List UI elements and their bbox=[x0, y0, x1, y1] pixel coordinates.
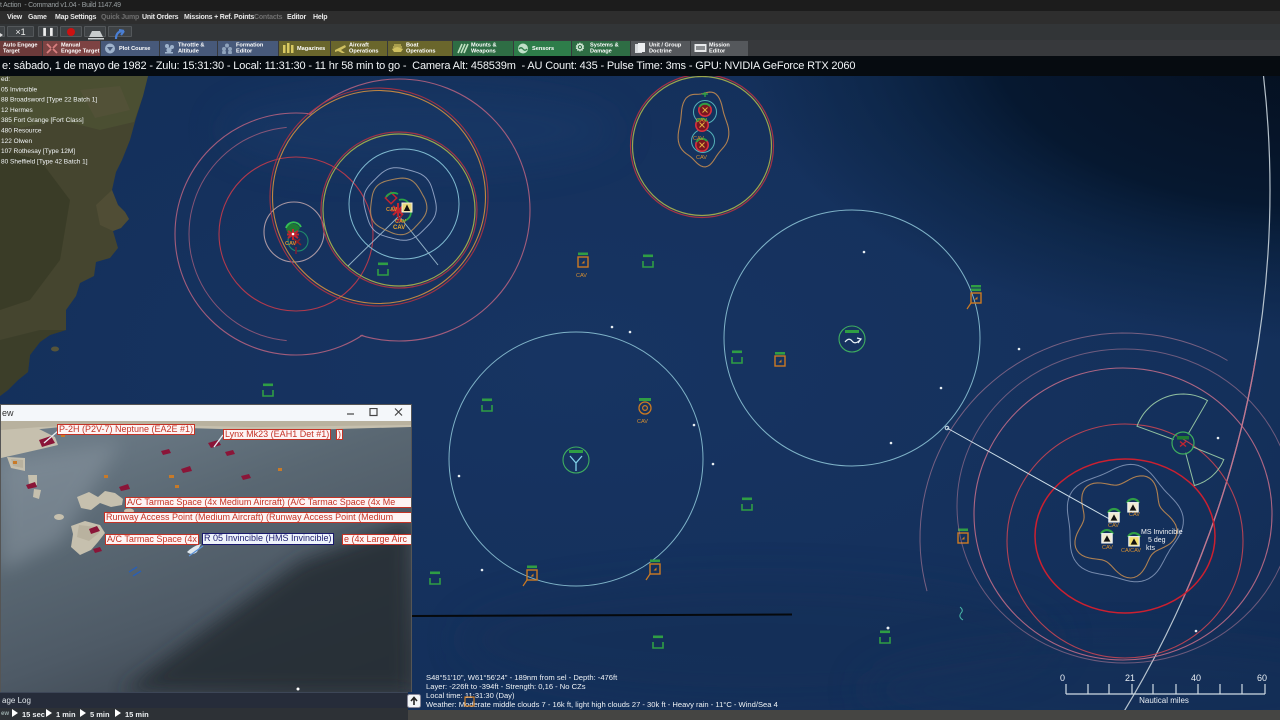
svg-text:CAV: CAV bbox=[1102, 545, 1113, 551]
svg-text:CAV: CAV bbox=[576, 273, 587, 279]
svg-text:Local time: 11:31:30 (Day): Local time: 11:31:30 (Day) bbox=[426, 691, 515, 700]
svg-text:12 Hermes: 12 Hermes bbox=[1, 107, 34, 114]
svg-text:21: 21 bbox=[1125, 673, 1135, 683]
svg-text:CAV: CAV bbox=[393, 225, 405, 231]
svg-text:05 Invincible: 05 Invincible bbox=[1, 86, 38, 93]
svg-text:80 Sheffield [Type 42 Batch 1]: 80 Sheffield [Type 42 Batch 1] bbox=[1, 158, 88, 165]
svg-text:385 Fort Grange [Fort Class]: 385 Fort Grange [Fort Class] bbox=[1, 117, 84, 124]
svg-text:ed:: ed: bbox=[1, 76, 10, 83]
svg-text:Nautical miles: Nautical miles bbox=[1139, 696, 1189, 705]
svg-text:CAV: CAV bbox=[285, 241, 297, 247]
svg-text:Weather: Moderate middle cloud: Weather: Moderate middle clouds 7 - 16k … bbox=[426, 700, 778, 709]
svg-text:0: 0 bbox=[1060, 673, 1065, 683]
svg-text:60: 60 bbox=[1257, 673, 1267, 683]
svg-text:480 Resource: 480 Resource bbox=[1, 128, 42, 135]
svg-text:CAV: CAV bbox=[1108, 523, 1119, 529]
svg-text:5 deg: 5 deg bbox=[1148, 537, 1166, 544]
svg-text:107 Rothesay [Type 12M]: 107 Rothesay [Type 12M] bbox=[1, 148, 75, 155]
svg-text:MS Invincible: MS Invincible bbox=[1141, 529, 1183, 536]
svg-text:88 Broadsword [Type 22 Batch 1: 88 Broadsword [Type 22 Batch 1] bbox=[1, 97, 97, 104]
svg-text:CAV: CAV bbox=[1129, 512, 1140, 518]
svg-text:S48°51'10", W61°56'24" - 189nm: S48°51'10", W61°56'24" - 189nm from sel … bbox=[426, 673, 618, 682]
svg-text:CAV: CAV bbox=[637, 419, 648, 425]
svg-text:Layer: -226ft to -394ft - Stre: Layer: -226ft to -394ft - Strength: 0,16… bbox=[426, 682, 586, 691]
svg-text:CAV: CAV bbox=[386, 207, 398, 213]
svg-text:CAV: CAV bbox=[693, 136, 704, 142]
svg-text:CAV: CAV bbox=[696, 155, 707, 161]
svg-text:CA/CAV: CA/CAV bbox=[1121, 548, 1141, 554]
svg-text:40: 40 bbox=[1191, 673, 1201, 683]
svg-text:122 Olwen: 122 Olwen bbox=[1, 138, 32, 145]
svg-text:kts: kts bbox=[1146, 545, 1155, 552]
svg-text:CAV: CAV bbox=[696, 118, 707, 124]
